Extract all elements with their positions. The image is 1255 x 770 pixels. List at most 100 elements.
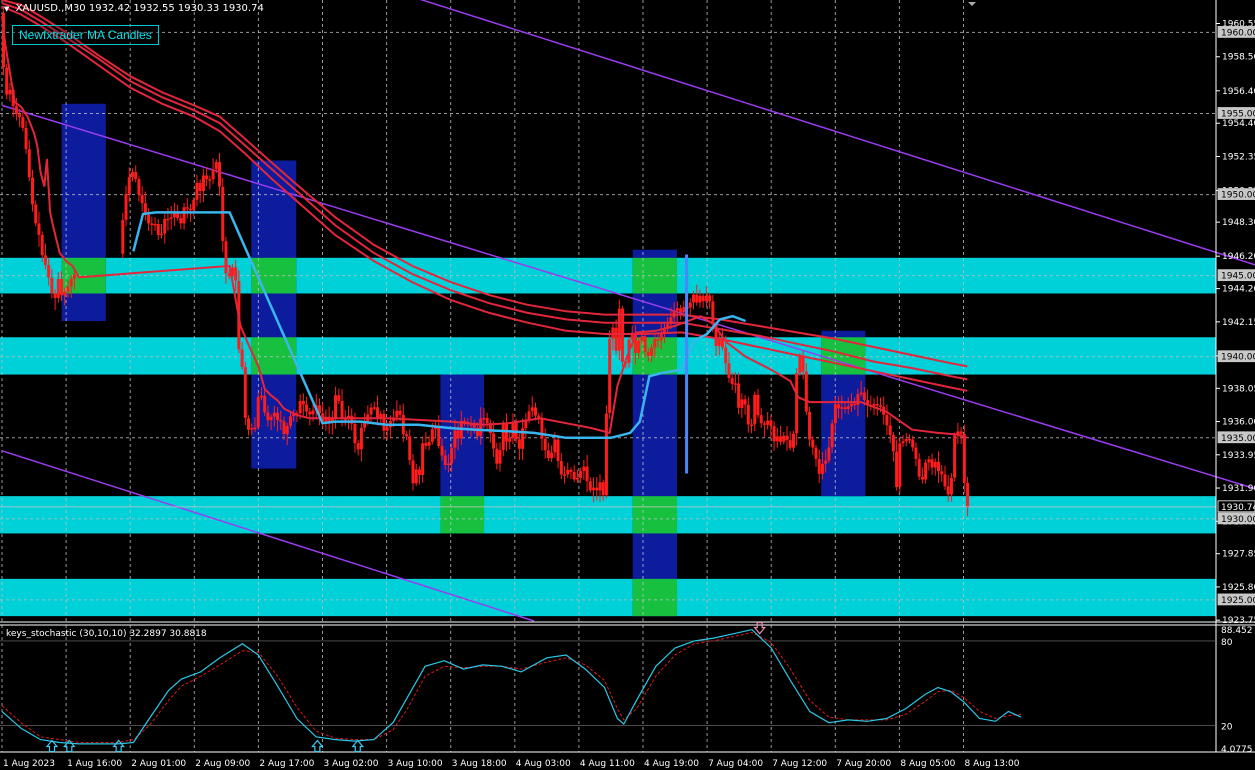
candle-body [60, 279, 64, 296]
candle-body [575, 477, 579, 480]
support-zone-2 [0, 496, 1216, 534]
candle-body [211, 169, 215, 180]
level-tag-label: 1930.00 [1221, 515, 1255, 525]
candle-body [708, 295, 712, 302]
candle-body [930, 459, 934, 468]
candle-body [21, 117, 25, 128]
stoch-axis-label: 88.452 [1221, 626, 1253, 636]
candle-body [5, 67, 9, 95]
candle-body [495, 448, 499, 464]
candle-body [18, 114, 22, 118]
candle-body [943, 474, 947, 487]
candle-body [440, 446, 444, 456]
candle-body [604, 413, 608, 496]
candle-body [72, 274, 76, 279]
candle-body [949, 477, 953, 495]
candle-body [356, 443, 360, 450]
candle-body [711, 301, 715, 325]
candle-body [924, 462, 928, 480]
candle-body [127, 177, 131, 194]
price-tick-label: 1931.90 [1222, 484, 1255, 494]
candle-body [47, 264, 51, 278]
candle-body [140, 195, 144, 204]
candle-body [63, 291, 67, 296]
candle-body [27, 149, 31, 178]
candle-body [201, 175, 205, 192]
candle-body [837, 404, 841, 409]
candle-body [382, 413, 386, 431]
candle-body [240, 349, 244, 367]
candle-body [334, 395, 338, 419]
candle-body [446, 463, 450, 466]
candle-body [282, 421, 286, 435]
candle-body [791, 433, 795, 448]
candle-body [53, 293, 57, 299]
candle-body [259, 395, 263, 398]
candle-body [579, 471, 583, 478]
candle-body [759, 415, 763, 424]
stoch-axis-label: 4.0775 [1221, 745, 1253, 755]
candle-body [256, 397, 260, 428]
candle-body [69, 278, 73, 287]
time-label: 3 Aug 02:00 [324, 759, 379, 769]
candle-body [917, 459, 921, 477]
price-tick-label: 1933.95 [1222, 451, 1255, 461]
price-tick-label: 1925.80 [1222, 583, 1255, 593]
time-label: 7 Aug 12:00 [772, 759, 827, 769]
candle-body [878, 405, 882, 407]
candle-body [430, 429, 434, 442]
support-zone-3 [0, 578, 1216, 617]
candle-body [482, 417, 486, 420]
candle-body [750, 424, 754, 427]
candle-body [608, 338, 612, 413]
candle-body [801, 355, 805, 372]
candle-body [550, 452, 554, 459]
candle-body [766, 420, 770, 425]
candle-body [840, 407, 844, 409]
green-box-11 [632, 578, 677, 617]
candle-body [405, 434, 409, 437]
green-box-10 [632, 496, 677, 534]
candle-body [779, 436, 783, 442]
candle-body [808, 411, 812, 440]
candle-body [640, 336, 644, 341]
candle-body [340, 401, 344, 419]
candle-body [908, 438, 912, 441]
candle-body [656, 339, 660, 341]
candle-body [269, 416, 273, 421]
candle-body [224, 241, 228, 274]
time-label: 3 Aug 10:00 [388, 759, 443, 769]
candle-body [795, 373, 799, 434]
candle-body [853, 403, 857, 406]
chart-header: ▼ XAUUSD.,M30 1932.42 1932.55 1930.33 19… [4, 3, 264, 14]
candle-body [453, 430, 457, 448]
chart-canvas[interactable]: 1960.551958.501956.401954.401952.351950.… [0, 0, 1255, 770]
price-tick-label: 1958.50 [1222, 53, 1255, 63]
candle-body [185, 207, 189, 209]
candle-body [411, 460, 415, 484]
candle-body [601, 482, 605, 496]
level-tag-label: 1945.00 [1221, 272, 1255, 282]
collapse-triangle-icon[interactable]: ▼ [4, 5, 9, 13]
candle-body [511, 421, 515, 438]
candle-body [263, 395, 267, 413]
candle-body [450, 447, 454, 464]
candle-body [682, 307, 686, 313]
time-label: 7 Aug 04:00 [708, 759, 763, 769]
candle-body [614, 327, 618, 351]
candle-body [214, 162, 218, 170]
candle-body [182, 207, 186, 224]
candle-body [811, 439, 815, 448]
candle-body [189, 208, 193, 211]
candle-body [37, 223, 41, 235]
candle-body [427, 441, 431, 446]
candle-body [66, 286, 70, 292]
level-tag-label: 1960.00 [1221, 28, 1255, 38]
ma-candles-button[interactable]: Newfxtrader MA Candles [12, 25, 159, 45]
price-tick-label: 1946.20 [1222, 252, 1255, 262]
candle-body [898, 443, 902, 487]
candle-body [824, 460, 828, 464]
candle-body [740, 399, 744, 408]
candle-body [769, 420, 773, 426]
candle-body [788, 440, 792, 448]
